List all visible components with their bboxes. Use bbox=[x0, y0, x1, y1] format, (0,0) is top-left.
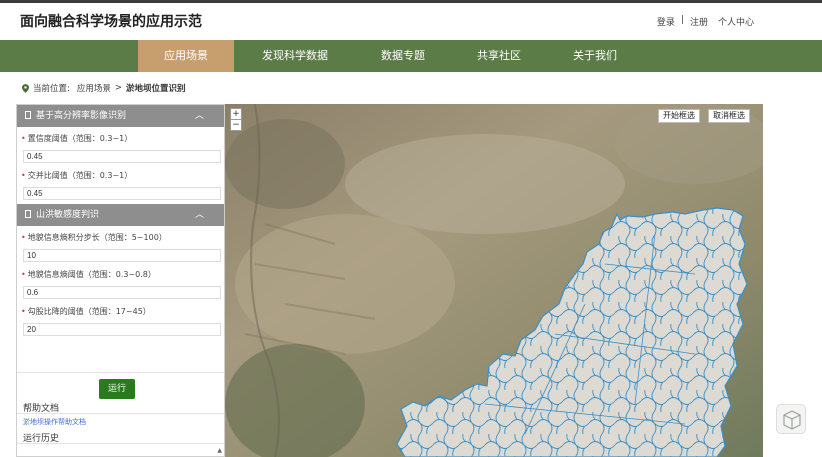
entropy-step-input[interactable] bbox=[23, 249, 221, 262]
site-title: 面向融合科学场景的应用示范 bbox=[20, 14, 202, 30]
zoom-out-button[interactable]: − bbox=[230, 119, 242, 131]
nav-item-scenarios[interactable]: 应用场景 bbox=[138, 40, 234, 72]
start-select-button[interactable]: 开始框选 bbox=[658, 109, 700, 123]
slope-ratio-input[interactable] bbox=[23, 323, 221, 336]
breadcrumb-current: 淤地坝位置识别 bbox=[126, 84, 186, 94]
main-nav: 应用场景 发现科学数据 数据专题 共享社区 关于我们 bbox=[0, 40, 822, 72]
nav-item-community[interactable]: 共享社区 bbox=[461, 40, 537, 72]
entropy-threshold-label: • 地貌信息熵阈值（范围：0.3~0.8） bbox=[21, 270, 156, 279]
run-button[interactable]: 运行 bbox=[99, 379, 135, 399]
iou-threshold-label: • 交并比阈值（范围：0.3~1） bbox=[21, 171, 133, 180]
map-view[interactable]: + − 开始框选 取消框选 bbox=[225, 104, 763, 457]
header: 面向融合科学场景的应用示范 登录 | 注册 个人中心 bbox=[0, 3, 822, 40]
divider bbox=[17, 413, 224, 414]
chevron-up-icon[interactable]: ︿ bbox=[195, 105, 204, 127]
document-icon bbox=[25, 209, 31, 218]
entropy-threshold-input[interactable] bbox=[23, 286, 221, 299]
zoom-control: + − bbox=[230, 108, 242, 131]
user-center-link[interactable]: 个人中心 bbox=[718, 15, 754, 28]
breadcrumb-level1[interactable]: 应用场景 bbox=[77, 82, 111, 94]
nav-item-about[interactable]: 关于我们 bbox=[557, 40, 633, 72]
confidence-threshold-label: • 置信度阈值（范围：0.3~1） bbox=[21, 134, 133, 143]
breadcrumb-prefix: 当前位置: bbox=[33, 84, 70, 94]
link-separator: | bbox=[680, 15, 684, 25]
document-icon bbox=[25, 110, 31, 119]
help-doc-link[interactable]: 淤地坝操作帮助文档 bbox=[23, 417, 86, 427]
breadcrumb: 当前位置: 应用场景 > 淤地坝位置识别 bbox=[22, 82, 186, 94]
register-link[interactable]: 注册 bbox=[690, 15, 708, 28]
iou-threshold-input[interactable] bbox=[23, 187, 221, 200]
nav-item-discover-data[interactable]: 发现科学数据 bbox=[248, 40, 342, 72]
cube-icon bbox=[783, 410, 801, 430]
floating-tool-icon[interactable] bbox=[776, 404, 806, 434]
section-title: 基于高分辨率影像识别 bbox=[36, 111, 127, 121]
cancel-select-button[interactable]: 取消框选 bbox=[708, 109, 750, 123]
location-pin-icon bbox=[22, 83, 29, 93]
chevron-up-icon[interactable]: ︿ bbox=[195, 204, 204, 226]
section-header-hires-imagery[interactable]: 基于高分辨率影像识别 ︿ bbox=[17, 105, 224, 127]
slope-ratio-label: • 勾股比降的阈值（范围：17~45） bbox=[21, 307, 151, 316]
login-link[interactable]: 登录 bbox=[657, 15, 675, 28]
section-header-flood-sensitivity[interactable]: 山洪敏感度判识 ︿ bbox=[17, 204, 224, 226]
nav-item-data-topics[interactable]: 数据专题 bbox=[365, 40, 441, 72]
user-links: 登录 | 注册 个人中心 bbox=[657, 15, 754, 28]
confidence-threshold-input[interactable] bbox=[23, 150, 221, 163]
section-title: 山洪敏感度判识 bbox=[36, 210, 100, 220]
breadcrumb-separator: > bbox=[114, 83, 123, 93]
parameter-panel: 基于高分辨率影像识别 ︿ •置信度阈值（范围：0.3~1） •交并比阈值（范围：… bbox=[16, 104, 225, 457]
entropy-step-label: • 地貌信息熵积分步长（范围：5~100） bbox=[21, 233, 167, 242]
satellite-map[interactable] bbox=[225, 104, 763, 457]
scroll-up-arrow-icon[interactable]: ▲ bbox=[217, 447, 222, 454]
divider bbox=[17, 372, 224, 373]
divider bbox=[17, 443, 224, 444]
